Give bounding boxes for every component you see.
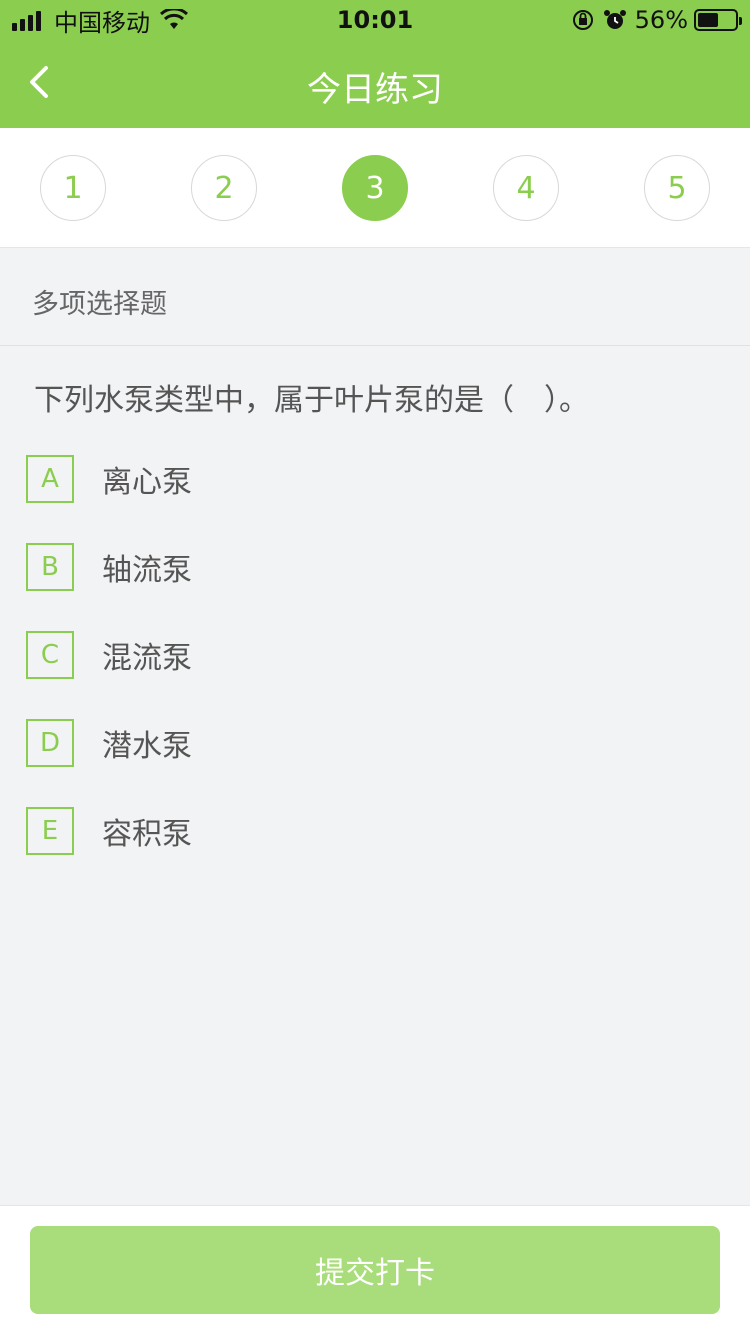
page-title: 今日练习 — [307, 70, 443, 110]
rotation-lock-icon — [572, 10, 593, 30]
option-b-key[interactable]: B — [26, 543, 74, 591]
option-a-key[interactable]: A — [26, 455, 74, 503]
option-a[interactable]: A 离心泵 — [26, 449, 706, 509]
step-3-button[interactable]: 3 — [342, 155, 408, 221]
battery-percent: 56% — [634, 6, 688, 34]
step-2-button[interactable]: 2 — [191, 155, 257, 221]
option-c-key[interactable]: C — [26, 631, 74, 679]
battery-level — [698, 13, 718, 27]
submit-checkin-button[interactable]: 提交打卡 — [30, 1226, 720, 1314]
question-step-selector: 1 2 3 4 5 — [0, 128, 750, 248]
option-b-text: 轴流泵 — [102, 553, 192, 588]
option-b[interactable]: B 轴流泵 — [26, 537, 706, 597]
nav-bar: 今日练习 — [0, 40, 750, 128]
option-e-key[interactable]: E — [26, 807, 74, 855]
option-d-key[interactable]: D — [26, 719, 74, 767]
question-text: 下列水泵类型中，属于叶片泵的是（ ）。 — [34, 383, 589, 418]
question-type-label: 多项选择题 — [32, 289, 167, 320]
footer: 提交打卡 — [0, 1205, 750, 1334]
exercise-page: 中国移动 10:01 56% 今日练习 1 2 3 4 5 多项选择题 下列水泵… — [0, 0, 750, 1334]
status-bar: 中国移动 10:01 56% — [0, 0, 750, 40]
alarm-icon — [603, 10, 626, 29]
option-e[interactable]: E 容积泵 — [26, 801, 706, 861]
option-c-text: 混流泵 — [102, 641, 192, 676]
option-d[interactable]: D 潜水泵 — [26, 713, 706, 773]
battery-icon — [694, 9, 742, 31]
option-a-text: 离心泵 — [102, 465, 192, 500]
option-c[interactable]: C 混流泵 — [26, 625, 706, 685]
option-d-text: 潜水泵 — [102, 729, 192, 764]
step-4-button[interactable]: 4 — [493, 155, 559, 221]
step-1-button[interactable]: 1 — [40, 155, 106, 221]
question-type-bar: 多项选择题 — [0, 248, 750, 346]
option-e-text: 容积泵 — [102, 817, 192, 852]
step-5-button[interactable]: 5 — [644, 155, 710, 221]
header: 中国移动 10:01 56% 今日练习 — [0, 0, 750, 128]
